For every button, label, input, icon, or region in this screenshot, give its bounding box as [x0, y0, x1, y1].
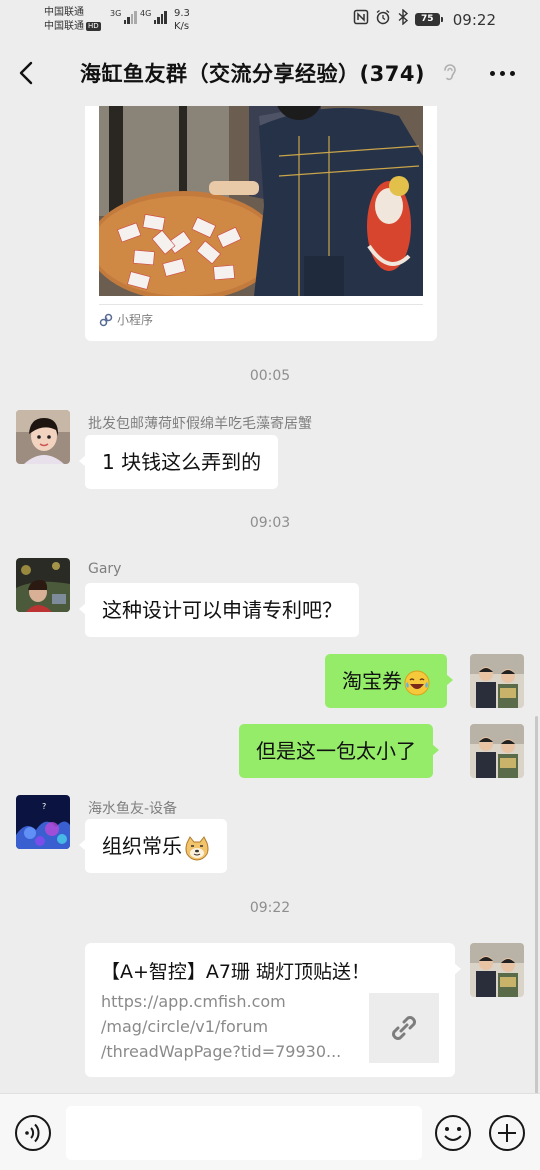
link-card[interactable]: 【A+智控】A7珊 瑚灯顶贴送！ https://app.cmfish.com …	[85, 943, 461, 1077]
message-bubble-self[interactable]: 淘宝券	[325, 654, 453, 708]
timestamp: 09:22	[249, 900, 291, 916]
message-bubble-self[interactable]: 但是这一包太小了	[239, 724, 439, 778]
carrier-2: 中国联通	[44, 21, 84, 32]
carrier-1: 中国联通	[44, 7, 84, 18]
my-avatar[interactable]	[470, 724, 524, 778]
laughing-crying-emoji-icon	[404, 670, 430, 695]
speed-value: 9.3	[174, 8, 190, 19]
emoji-button[interactable]	[434, 1114, 472, 1152]
speed-unit: K/s	[174, 21, 190, 32]
link-title: 【A+智控】A7珊 瑚灯顶贴送！	[101, 961, 371, 983]
link-thumbnail	[369, 993, 439, 1063]
voice-icon	[15, 1115, 51, 1151]
sender-name: 海水鱼友-设备	[88, 801, 178, 817]
sender-name: 批发包邮薄荷虾假绵羊吃毛藻寄居蟹	[88, 416, 312, 432]
input-bar	[0, 1093, 540, 1170]
back-icon	[19, 61, 33, 85]
message-bubble[interactable]: 这种设计可以申请专利吧？	[79, 583, 359, 637]
more-functions-button[interactable]	[488, 1114, 526, 1152]
my-avatar[interactable]	[470, 943, 524, 997]
mini-program-footer: 小程序	[99, 304, 423, 328]
back-button[interactable]	[16, 58, 40, 88]
doge-emoji-icon	[185, 835, 209, 861]
more-button[interactable]	[484, 60, 520, 86]
carrier-info: 中国联通 中国联通 HD	[44, 6, 101, 34]
network-type-1: 3G	[110, 9, 122, 18]
hd-badge: HD	[86, 21, 101, 31]
more-icon	[489, 70, 495, 76]
message-bubble[interactable]: 组织常乐	[79, 819, 227, 873]
mini-program-icon	[99, 313, 113, 326]
alarm-icon	[375, 9, 391, 30]
network-type-2: 4G	[140, 9, 152, 18]
svg-text:?: ?	[42, 802, 46, 811]
avatar[interactable]	[16, 558, 70, 612]
status-bar: 中国联通 中国联通 HD 3G 4G 9.3 K/s 75 09:22	[0, 0, 540, 40]
message-text: 组织常乐	[102, 834, 182, 858]
chat-header: 海缸鱼友群（交流分享经验）(374)	[0, 40, 540, 106]
battery-icon: 75	[414, 13, 443, 26]
mini-program-image	[99, 106, 423, 296]
mini-program-label: 小程序	[117, 313, 154, 327]
emoji-icon	[435, 1115, 471, 1151]
my-avatar[interactable]	[470, 654, 524, 708]
battery-level: 75	[414, 13, 440, 26]
message-list[interactable]: 小程序 00:05 批发包邮薄荷虾假绵羊吃毛藻寄居蟹 1 块钱这么弄到的 09:…	[0, 106, 540, 1093]
signal-2-icon: 4G	[140, 9, 167, 24]
timestamp: 00:05	[249, 368, 291, 384]
plus-icon	[489, 1115, 525, 1151]
avatar[interactable]: ?	[16, 795, 70, 849]
voice-button[interactable]	[14, 1114, 52, 1152]
chat-title: 海缸鱼友群（交流分享经验）(374)	[80, 62, 426, 86]
mini-program-card[interactable]: 小程序	[85, 106, 437, 341]
link-url: https://app.cmfish.com /mag/circle/v1/fo…	[101, 992, 342, 1061]
network-speed: 9.3 K/s	[174, 7, 190, 33]
clock: 09:22	[452, 10, 496, 29]
signal-1-icon: 3G	[110, 9, 137, 24]
link-icon	[392, 1016, 416, 1040]
timestamp: 09:03	[249, 515, 291, 531]
message-text: 淘宝券	[342, 669, 402, 693]
bluetooth-icon	[397, 8, 409, 30]
message-bubble[interactable]: 1 块钱这么弄到的	[78, 435, 279, 489]
avatar[interactable]	[16, 410, 70, 464]
message-input[interactable]	[66, 1106, 422, 1160]
sender-name: Gary	[88, 561, 122, 577]
ear-icon	[441, 62, 459, 84]
nfc-icon	[353, 9, 369, 30]
